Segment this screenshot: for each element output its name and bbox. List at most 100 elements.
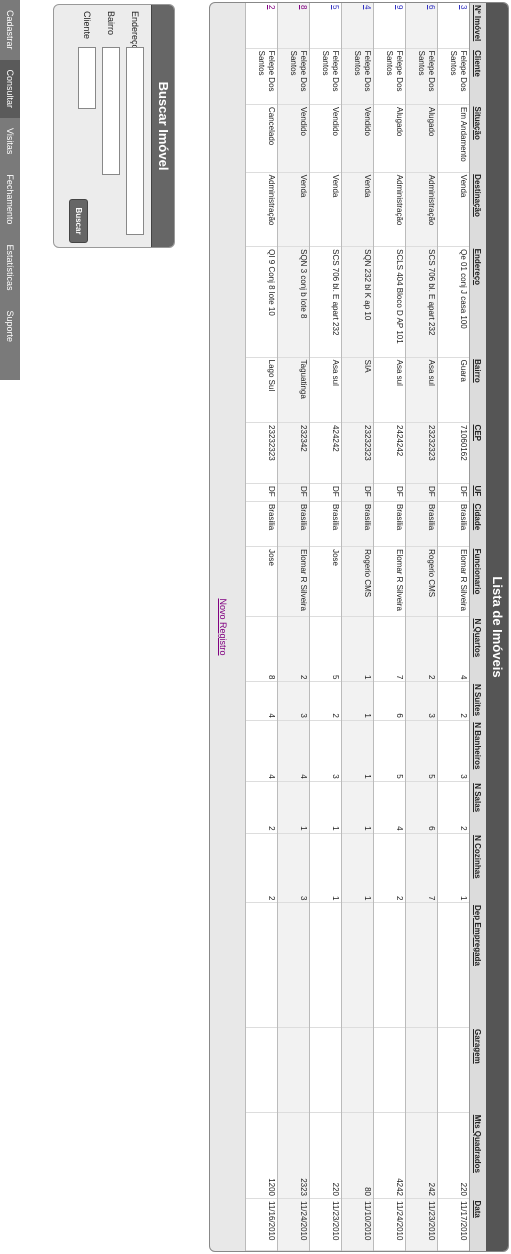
table-cell: Alugado bbox=[405, 104, 438, 173]
property-id-link[interactable]: 9 bbox=[395, 5, 404, 9]
table-cell: Vendido bbox=[309, 104, 342, 173]
column-header[interactable]: Endereço bbox=[469, 246, 486, 358]
table-cell: Guara bbox=[437, 357, 470, 423]
table-cell: Vendido bbox=[277, 104, 310, 173]
nav-item-1[interactable]: Consultar bbox=[0, 59, 20, 119]
table-cell: 220 bbox=[437, 1112, 470, 1199]
table-cell bbox=[277, 1027, 310, 1113]
column-header[interactable]: Cidade bbox=[469, 501, 486, 547]
table-cell: Em Andamento bbox=[437, 104, 470, 173]
table-cell: 3 bbox=[309, 720, 342, 782]
table-cell: Elomar R Silveira bbox=[437, 546, 470, 617]
column-header[interactable]: N Salas bbox=[469, 781, 486, 834]
column-header[interactable]: Data bbox=[469, 1198, 486, 1251]
table-cell: SQN 232 bl K ap 10 bbox=[341, 246, 374, 358]
column-header[interactable]: N Cozinhas bbox=[469, 833, 486, 903]
column-header[interactable]: UF bbox=[469, 483, 486, 502]
table-cell: Cancelado bbox=[245, 104, 278, 173]
column-header[interactable]: N Quartos bbox=[469, 616, 486, 682]
column-header[interactable]: N Suites bbox=[469, 681, 486, 721]
search-button[interactable]: Buscar bbox=[69, 199, 88, 243]
property-id-link[interactable]: 6 bbox=[427, 5, 436, 9]
nav-item-5[interactable]: Suporte bbox=[0, 300, 20, 352]
property-id-link[interactable]: 2 bbox=[267, 5, 276, 9]
nav-item-4[interactable]: Estatísticas bbox=[0, 234, 20, 300]
table-cell: 8 bbox=[245, 616, 278, 682]
table-cell: 11/24/2010 bbox=[373, 1198, 406, 1251]
table-cell: 1 bbox=[341, 833, 374, 903]
table-cell bbox=[405, 1027, 438, 1113]
table-row: 8 Felepe Dos Santos Vendido Venda SQN 3 conj… bbox=[277, 3, 310, 1251]
table-cell: Lago Sul bbox=[245, 357, 278, 423]
cliente-label: Cliente bbox=[82, 11, 92, 40]
top-navigation: Cadastrar Consultar Visitas Fechamento Estat… bbox=[0, 0, 20, 380]
table-cell: DF bbox=[437, 483, 470, 502]
table-cell: 23232323 bbox=[405, 422, 438, 484]
table-cell: Brasilia bbox=[277, 501, 310, 547]
bairro-input[interactable] bbox=[102, 47, 120, 175]
column-header[interactable]: Situação bbox=[469, 104, 486, 173]
column-header[interactable]: Garagem bbox=[469, 1027, 486, 1113]
nav-item-3[interactable]: Fechamento bbox=[0, 164, 20, 234]
column-header[interactable]: Bairro bbox=[469, 357, 486, 423]
column-header[interactable]: Dep Empregada bbox=[469, 902, 486, 1028]
property-list-panel: Lista de Imóveis Nº Imóvel Cliente Situaçã… bbox=[209, 2, 509, 1252]
column-header[interactable]: N Banheiros bbox=[469, 720, 486, 782]
table-cell: 220 bbox=[309, 1112, 342, 1199]
column-header[interactable]: Mts Quadrados bbox=[469, 1112, 486, 1199]
table-cell: 7 bbox=[405, 833, 438, 903]
rotated-page: Cadastrar Consultar Visitas Fechamento Estat… bbox=[0, 0, 511, 1254]
property-id-link[interactable]: 8 bbox=[299, 5, 308, 9]
nav-item-2[interactable]: Visitas bbox=[0, 118, 20, 164]
table-cell: DF bbox=[277, 483, 310, 502]
endereco-input[interactable] bbox=[126, 47, 144, 235]
new-record-link[interactable]: Novo Registro bbox=[218, 3, 228, 1251]
property-id-link[interactable]: 5 bbox=[331, 5, 340, 9]
property-id-link[interactable]: 3 bbox=[459, 5, 468, 9]
endereco-label: Endereço bbox=[130, 11, 140, 50]
table-cell: 242 bbox=[405, 1112, 438, 1199]
table-cell: Felepe Dos Santos bbox=[341, 48, 374, 105]
column-header[interactable]: Cliente bbox=[469, 48, 486, 105]
table-cell: 3 bbox=[277, 833, 310, 903]
table-cell: Jose bbox=[245, 546, 278, 617]
property-table: Nº Imóvel Cliente Situação Destinação Endere… bbox=[245, 3, 486, 1251]
table-cell: Administração bbox=[373, 172, 406, 247]
table-cell: Felepe Dos Santos bbox=[405, 48, 438, 105]
property-id-link[interactable]: 4 bbox=[363, 5, 372, 9]
table-cell: Felepe Dos Santos bbox=[245, 48, 278, 105]
table-cell: Venda bbox=[341, 172, 374, 247]
table-cell bbox=[245, 1027, 278, 1113]
table-cell: Felepe Dos Santos bbox=[309, 48, 342, 105]
cliente-input[interactable] bbox=[78, 47, 96, 109]
table-cell: 4242 bbox=[373, 1112, 406, 1199]
table-cell: 2 bbox=[437, 781, 470, 834]
table-cell: 4 bbox=[437, 616, 470, 682]
table-cell bbox=[245, 902, 278, 1028]
table-cell: DF bbox=[373, 483, 406, 502]
column-header[interactable]: Funcionario bbox=[469, 546, 486, 617]
table-cell: Venda bbox=[309, 172, 342, 247]
table-cell: 2 bbox=[245, 3, 278, 49]
nav-item-0[interactable]: Cadastrar bbox=[0, 0, 20, 60]
table-cell: Taguatinga bbox=[277, 357, 310, 423]
table-cell: Felepe Dos Santos bbox=[277, 48, 310, 105]
table-cell: Venda bbox=[277, 172, 310, 247]
column-header[interactable]: Nº Imóvel bbox=[469, 3, 486, 49]
table-cell: 4 bbox=[245, 681, 278, 721]
table-cell: 23232323 bbox=[341, 422, 374, 484]
table-cell: 8 bbox=[277, 3, 310, 49]
table-row: 2 Felepe Dos Santos Cancelado Administração… bbox=[245, 3, 278, 1251]
table-row: 9 Felepe Dos Santos Alugado Administração SC… bbox=[373, 3, 406, 1251]
table-cell: Felepe Dos Santos bbox=[437, 48, 470, 105]
table-cell: 1200 bbox=[245, 1112, 278, 1199]
table-cell: Elomar R Silveira bbox=[277, 546, 310, 617]
column-header[interactable]: CEP bbox=[469, 422, 486, 484]
table-cell: 11/16/2010 bbox=[245, 1198, 278, 1251]
table-cell bbox=[277, 902, 310, 1028]
table-cell: SCS 706 bl. E apart 232 bbox=[405, 246, 438, 358]
table-cell bbox=[373, 1027, 406, 1113]
column-header[interactable]: Destinação bbox=[469, 172, 486, 247]
table-cell: 3 bbox=[405, 681, 438, 721]
property-list-title: Lista de Imóveis bbox=[486, 3, 508, 1251]
